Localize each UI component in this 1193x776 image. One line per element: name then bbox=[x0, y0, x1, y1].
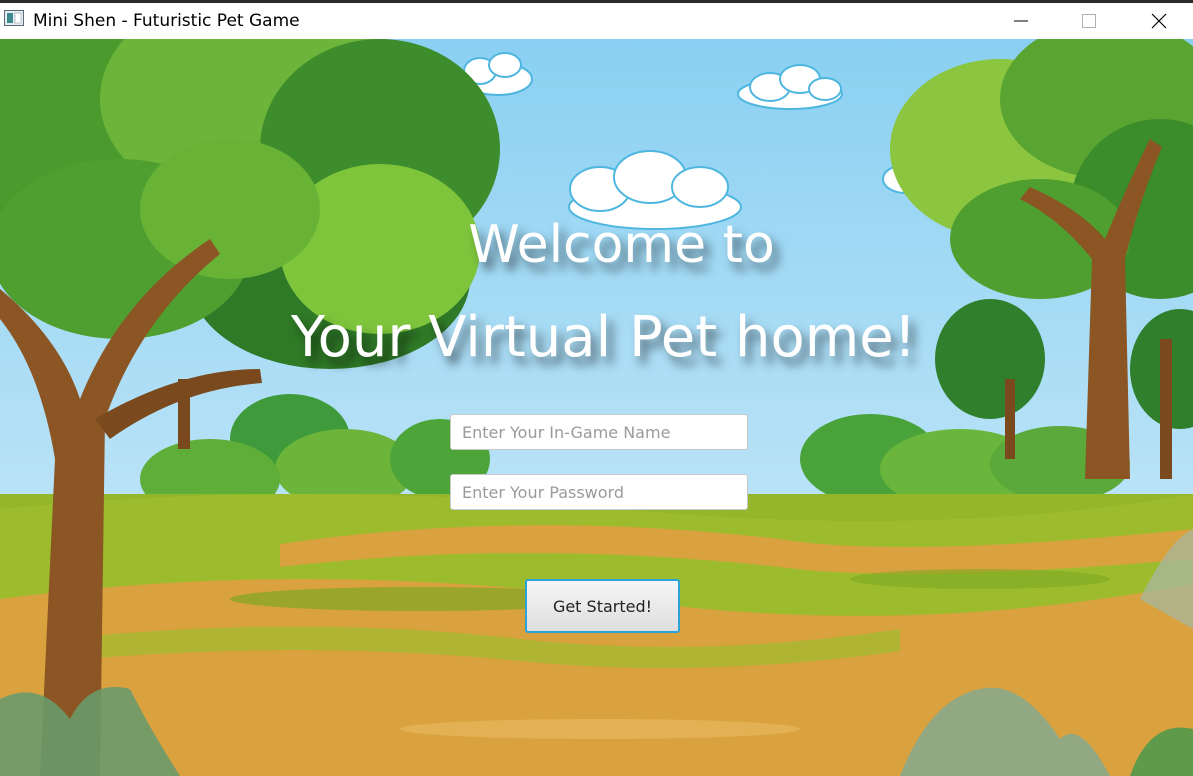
in-game-name-input[interactable] bbox=[450, 414, 748, 450]
minimize-icon bbox=[1014, 20, 1028, 22]
maximize-button[interactable] bbox=[1066, 3, 1112, 39]
app-icon bbox=[4, 10, 24, 26]
window-titlebar: Mini Shen - Futuristic Pet Game bbox=[0, 0, 1193, 39]
maximize-icon bbox=[1082, 14, 1096, 28]
window-title: Mini Shen - Futuristic Pet Game bbox=[33, 11, 300, 31]
minimize-button[interactable] bbox=[998, 3, 1044, 39]
forest-scene bbox=[0, 39, 1193, 776]
close-button[interactable] bbox=[1136, 3, 1182, 39]
get-started-button[interactable]: Get Started! bbox=[525, 579, 680, 633]
password-input[interactable] bbox=[450, 474, 748, 510]
welcome-heading-line2: Your Virtual Pet home! bbox=[290, 305, 917, 370]
welcome-heading-line1: Welcome to bbox=[468, 215, 775, 275]
game-background: Welcome to Your Virtual Pet home! Get St… bbox=[0, 39, 1193, 776]
close-icon bbox=[1151, 13, 1167, 29]
